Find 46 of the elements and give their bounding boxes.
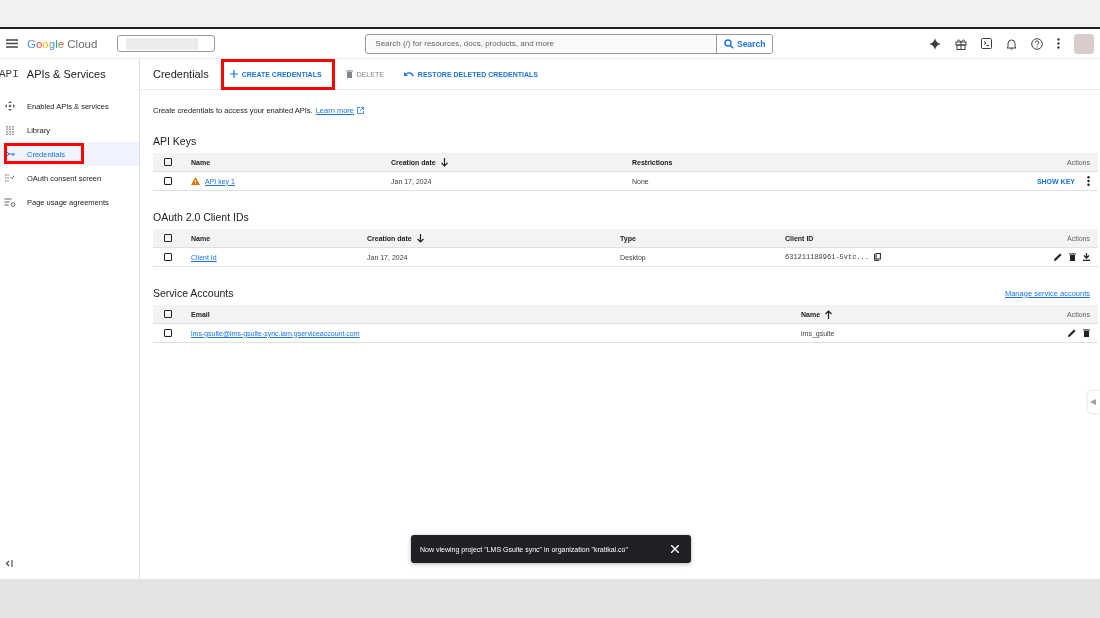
sort-arrow-icon[interactable] — [416, 233, 424, 243]
download-icon[interactable] — [1083, 253, 1090, 261]
row-checkbox[interactable] — [164, 329, 172, 337]
google-cloud-logo[interactable]: Google Cloud — [27, 37, 98, 50]
delete-icon[interactable] — [1083, 329, 1090, 337]
key-icon — [4, 151, 16, 157]
edit-icon[interactable] — [1054, 253, 1062, 261]
list-settings-icon — [4, 197, 16, 207]
select-all-checkbox[interactable] — [164, 158, 172, 166]
row-checkbox[interactable] — [164, 177, 172, 185]
gift-icon[interactable] — [955, 37, 967, 50]
select-all-checkbox[interactable] — [164, 310, 172, 318]
search-field[interactable]: Search (/) for resources, docs, products, and more Search — [365, 33, 774, 54]
undo-icon — [403, 70, 414, 78]
section-title: OAuth 2.0 Client IDs — [153, 211, 249, 223]
terminal-icon[interactable] — [981, 38, 992, 49]
external-link-icon — [357, 107, 365, 114]
close-icon[interactable] — [671, 545, 679, 553]
project-picker[interactable] — [117, 35, 216, 52]
section-title: API Keys — [153, 135, 197, 147]
sort-arrow-icon[interactable] — [825, 309, 833, 319]
section-title: Service Accounts — [153, 287, 234, 299]
more-icon[interactable] — [1087, 176, 1090, 186]
delete-icon[interactable] — [1069, 253, 1076, 261]
page-title: Credentials — [153, 68, 209, 80]
select-all-checkbox[interactable] — [164, 234, 172, 242]
search-button[interactable]: Search — [715, 34, 773, 53]
plus-icon — [229, 70, 238, 78]
sidebar-title: APIs & Services — [26, 68, 106, 80]
feedback-tab[interactable] — [1088, 391, 1100, 413]
list-check-icon — [4, 174, 16, 182]
collapse-icon[interactable] — [5, 560, 13, 567]
sparkle-icon[interactable] — [929, 37, 941, 50]
more-icon[interactable] — [1057, 38, 1060, 49]
library-icon — [4, 125, 16, 135]
copy-icon[interactable] — [874, 253, 881, 261]
help-icon[interactable] — [1031, 37, 1043, 50]
search-icon — [723, 38, 734, 49]
move-arrows-icon — [4, 101, 16, 111]
feedback-icon — [1090, 398, 1098, 406]
row-checkbox[interactable] — [164, 253, 172, 261]
bell-icon[interactable] — [1006, 37, 1017, 50]
edit-icon[interactable] — [1068, 329, 1076, 337]
trash-icon — [345, 70, 353, 78]
sort-arrow-icon[interactable] — [440, 157, 448, 167]
menu-icon[interactable] — [6, 39, 18, 48]
